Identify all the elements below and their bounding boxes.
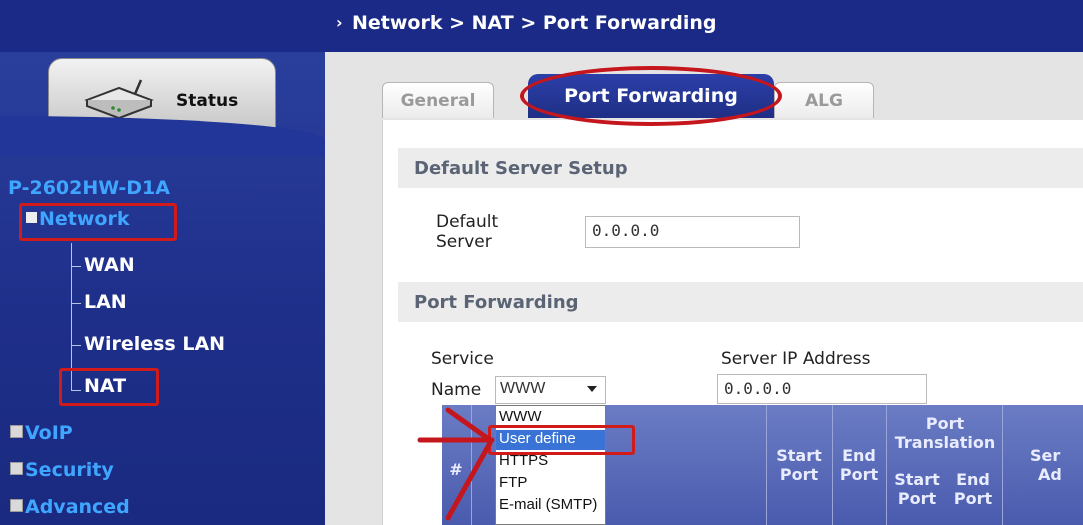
default-server-field[interactable]: 0.0.0.0: [585, 216, 800, 248]
header-line: Port: [839, 465, 879, 484]
sidebar-item-label: Network: [39, 208, 130, 230]
column-divider: [832, 405, 833, 525]
tab-alg[interactable]: ALG: [774, 82, 874, 118]
col-end-port: End Port: [834, 446, 884, 484]
header-line: End: [842, 446, 876, 465]
header-line: Port: [779, 465, 819, 484]
status-label: Status: [176, 91, 239, 111]
header-line: Ad: [1038, 465, 1062, 484]
sidebar-item-label: VoIP: [25, 422, 73, 444]
expand-icon: [10, 425, 23, 438]
expand-icon: [10, 462, 23, 475]
sidebar-item-label: Security: [25, 459, 114, 481]
col-port-translation: Port Translation: [888, 414, 1002, 452]
column-divider: [886, 405, 887, 525]
name-label: Name: [431, 380, 482, 400]
collapse-icon: [26, 212, 37, 223]
col-translation-end: End Port: [944, 470, 1002, 508]
header-line: Port: [897, 489, 937, 508]
sidebar-item-lan[interactable]: LAN: [84, 291, 127, 313]
breadcrumb: Network > NAT > Port Forwarding: [352, 12, 717, 34]
tree-branch: [71, 303, 81, 304]
header-line: Ser: [1030, 446, 1061, 465]
sidebar-item-wan[interactable]: WAN: [84, 254, 135, 276]
col-server-address: Ser Ad: [1030, 446, 1083, 484]
service-name-select[interactable]: WWW: [495, 376, 606, 404]
section-default-server: Default Server Setup: [398, 148, 1083, 188]
red-arrow-icon: [417, 407, 495, 521]
sidebar-item-security[interactable]: Security: [10, 459, 114, 481]
sidebar-item-nat[interactable]: NAT: [84, 375, 126, 397]
selected-value: WWW: [500, 380, 546, 397]
header-line: Translation: [894, 433, 996, 452]
sidebar-item-network[interactable]: Network: [26, 208, 129, 230]
router-icon: [84, 79, 154, 120]
breadcrumb-arrow-icon: ›: [336, 13, 343, 32]
header-line: Start: [776, 446, 822, 465]
tab-highlight-ring: [520, 66, 782, 126]
dropdown-option[interactable]: HTTPS: [496, 452, 605, 472]
default-server-label: Default Server: [436, 212, 498, 252]
tree-branch: [71, 345, 81, 346]
column-divider: [766, 405, 767, 525]
chevron-down-icon: [587, 386, 597, 392]
header-line: Port: [925, 414, 965, 433]
label-line: Default: [436, 212, 499, 232]
sidebar-item-advanced[interactable]: Advanced: [10, 496, 130, 518]
sidebar-item-label: Advanced: [25, 496, 130, 518]
server-ip-field[interactable]: 0.0.0.0: [717, 374, 927, 404]
sidebar-item-wireless-lan[interactable]: Wireless LAN: [84, 333, 225, 355]
device-model: P-2602HW-D1A: [8, 177, 170, 199]
col-translation-start: Start Port: [888, 470, 946, 508]
service-label: Service: [431, 349, 494, 369]
sidebar-item-voip[interactable]: VoIP: [10, 422, 73, 444]
col-start-port: Start Port: [770, 446, 828, 484]
section-port-forwarding: Port Forwarding: [398, 282, 1083, 322]
header-line: Start: [894, 470, 940, 489]
label-line: Server: [436, 232, 492, 252]
dropdown-option[interactable]: FTP: [496, 474, 605, 494]
dropdown-option[interactable]: E-mail (SMTP): [496, 496, 605, 514]
service-dropdown-list[interactable]: WWW User define HTTPS FTP E-mail (SMTP): [495, 405, 606, 525]
server-ip-label: Server IP Address: [721, 349, 871, 369]
header-line: Port: [953, 489, 993, 508]
tree-branch: [71, 390, 81, 391]
tab-general[interactable]: General: [382, 82, 494, 118]
user-define-highlight-box: [488, 425, 635, 455]
header-line: End: [956, 470, 990, 489]
tree-branch: [71, 266, 81, 267]
expand-icon: [10, 499, 23, 512]
column-divider: [1002, 405, 1003, 525]
